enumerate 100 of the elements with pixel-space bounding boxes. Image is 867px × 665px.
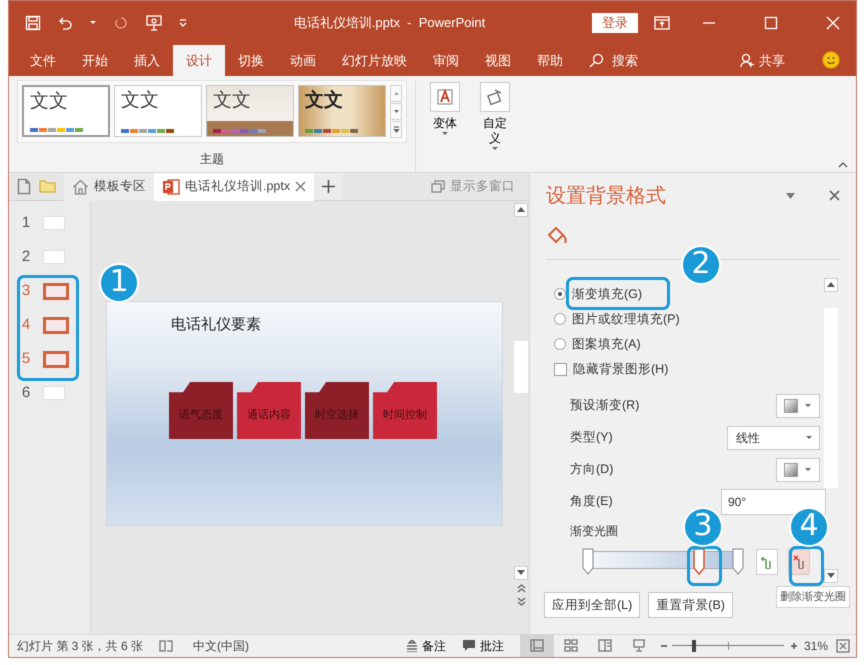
scroll-down-icon[interactable] xyxy=(392,108,400,114)
close-icon[interactable] xyxy=(829,190,840,202)
theme-thumbnail[interactable]: 文文 xyxy=(206,84,294,137)
slide-thumbnail[interactable] xyxy=(43,282,69,300)
previous-slide-icon[interactable] xyxy=(516,584,526,593)
gradient-stop-handle[interactable] xyxy=(693,548,705,576)
radio-button[interactable] xyxy=(554,338,566,350)
smiley-icon[interactable] xyxy=(822,51,840,70)
ribbon-button[interactable]: 自定义 xyxy=(474,80,516,172)
field-label: 角度(E) xyxy=(570,493,613,510)
ribbon-tab[interactable]: 插入 xyxy=(121,44,173,76)
folder-label: 时空选择 xyxy=(315,408,359,424)
window-title: 电话礼仪培训.pptx - PowerPoint xyxy=(292,14,486,32)
search-button[interactable]: 搜索 xyxy=(576,44,651,76)
tab-label: 电话礼仪培训.pptx xyxy=(185,178,290,196)
caret-icon xyxy=(804,403,812,408)
scroll-thumb[interactable] xyxy=(514,340,528,393)
redo-icon[interactable] xyxy=(113,14,129,31)
home-icon xyxy=(72,178,89,195)
action-button[interactable]: 应用到全部(L) xyxy=(544,592,640,618)
comments-button[interactable]: 批注 xyxy=(454,634,512,658)
action-button[interactable]: 重置背景(B) xyxy=(648,592,733,618)
gradient-stop-handle[interactable] xyxy=(582,548,594,576)
ribbon-tab[interactable]: 帮助 xyxy=(524,44,576,76)
caret-icon xyxy=(491,146,499,152)
radio-button[interactable] xyxy=(554,288,566,300)
slide-number: 6 xyxy=(21,382,31,403)
theme-sample-text: 文文 xyxy=(121,88,160,111)
sign-in-button[interactable]: 登录 xyxy=(592,12,638,33)
slide-number: 1 xyxy=(21,212,31,233)
ribbon-tab[interactable]: 动画 xyxy=(277,44,329,76)
slideshow-icon xyxy=(632,639,646,652)
radio-button[interactable] xyxy=(554,313,566,326)
ribbon-tab[interactable]: 幻灯片放映 xyxy=(329,44,420,76)
zoom-slider-thumb[interactable] xyxy=(692,640,696,652)
slide-number: 2 xyxy=(21,246,31,267)
ribbon-tab[interactable]: 设计 xyxy=(173,44,225,76)
option-label: 隐藏背景图形(H) xyxy=(573,360,668,378)
variant-icon xyxy=(436,88,454,106)
ribbon-tab[interactable]: 切换 xyxy=(225,44,277,76)
person-icon xyxy=(740,52,755,68)
type-dropdown[interactable]: 线性 xyxy=(727,426,820,450)
folder-label: 时间控制 xyxy=(383,408,427,424)
maximize-icon[interactable] xyxy=(764,16,778,30)
add-stop-icon xyxy=(761,554,773,569)
document-tab[interactable]: 模板专区 xyxy=(64,172,154,201)
slide-number: 5 xyxy=(21,348,31,369)
notes-icon xyxy=(406,640,418,652)
save-icon[interactable] xyxy=(25,14,41,31)
customize-icon[interactable] xyxy=(179,18,187,27)
theme-sample-text: 文文 xyxy=(305,88,344,111)
field-label: 方向(D) xyxy=(570,461,614,478)
scroll-up-icon[interactable] xyxy=(827,282,835,288)
field-label: 渐变光圈 xyxy=(570,524,618,538)
theme-thumbnail[interactable]: 文文 xyxy=(114,84,202,137)
ribbon-button[interactable]: 变体 xyxy=(424,80,466,172)
slide-thumbnail[interactable] xyxy=(43,350,69,368)
view-button[interactable] xyxy=(520,634,554,658)
caret-icon[interactable] xyxy=(89,20,97,26)
zoom-percent[interactable]: 31% xyxy=(804,636,828,655)
document-tab[interactable]: 电话礼仪培训.pptx xyxy=(154,172,314,201)
new-tab-icon[interactable] xyxy=(322,180,336,193)
zoom-in-icon[interactable] xyxy=(790,642,798,650)
scroll-thumb[interactable] xyxy=(824,308,838,488)
ribbon-display-icon[interactable] xyxy=(654,16,670,30)
language-status: 中文(中国) xyxy=(193,638,250,655)
notes-button[interactable]: 备注 xyxy=(398,634,454,658)
theme-thumbnail[interactable]: 文文 xyxy=(22,84,110,137)
gradient-stop-handle[interactable] xyxy=(732,548,744,576)
scroll-down-icon[interactable] xyxy=(517,570,525,576)
gradient-picker[interactable] xyxy=(776,394,820,418)
group-label: 主题 xyxy=(200,150,224,168)
add-stop-button[interactable] xyxy=(756,548,778,575)
folder-label: 语气态度 xyxy=(179,408,223,424)
ribbon-tab[interactable]: 开始 xyxy=(69,44,121,76)
share-button[interactable]: 共享 xyxy=(727,44,798,76)
ribbon-tab[interactable]: 文件 xyxy=(17,44,69,76)
ribbon-tab[interactable]: 视图 xyxy=(472,44,524,76)
new-document-icon[interactable] xyxy=(17,178,31,195)
next-slide-icon[interactable] xyxy=(516,596,526,606)
pane-options-icon[interactable] xyxy=(786,192,795,199)
gallery-more-icon[interactable] xyxy=(392,126,400,133)
option-label: 渐变填充(G) xyxy=(572,286,642,303)
gradient-picker[interactable] xyxy=(776,458,820,482)
scroll-up-icon[interactable] xyxy=(517,207,525,212)
normal-view-icon xyxy=(530,639,544,652)
checkbox[interactable] xyxy=(554,362,567,376)
slide-thumbnail[interactable] xyxy=(43,316,69,334)
option-label: 图片或纹理填充(P) xyxy=(572,310,680,328)
undo-icon[interactable] xyxy=(57,14,73,31)
presentation-icon[interactable] xyxy=(145,14,163,32)
theme-thumbnail[interactable]: 文文 xyxy=(298,84,386,137)
remove-stop-icon xyxy=(793,554,805,569)
gradient-stops-track[interactable] xyxy=(584,548,742,576)
scroll-down-icon[interactable] xyxy=(827,573,835,578)
close-icon[interactable] xyxy=(295,181,306,192)
ribbon-tab[interactable]: 审阅 xyxy=(420,44,472,76)
collapse-ribbon-icon[interactable] xyxy=(838,160,848,168)
reading-view-icon xyxy=(598,639,612,652)
slide-title: 电话礼仪要素 xyxy=(171,314,262,335)
